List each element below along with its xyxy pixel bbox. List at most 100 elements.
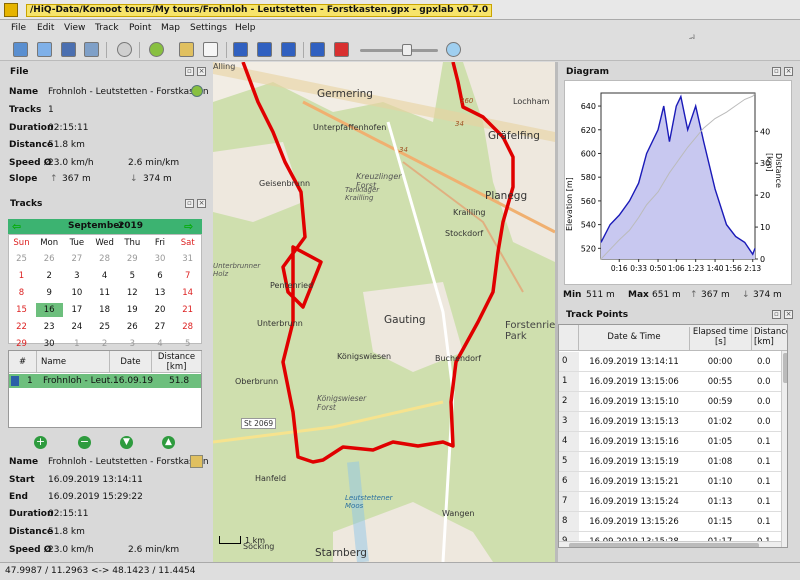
col-header-elapsed[interactable]: Elapsed time [s] bbox=[689, 327, 751, 351]
table-row[interactable]: 2 16.09.2019 13:15:10 00:59 0.0 bbox=[559, 392, 781, 412]
close-icon[interactable]: × bbox=[197, 67, 206, 76]
calendar-day[interactable]: 27 bbox=[147, 322, 174, 332]
float-icon[interactable]: ▫ bbox=[185, 67, 194, 76]
vertical-scrollbar[interactable] bbox=[781, 351, 787, 547]
calendar-day[interactable]: 3 bbox=[119, 339, 146, 349]
edit-name-icon[interactable] bbox=[191, 85, 203, 97]
calendar-day[interactable]: 23 bbox=[36, 322, 63, 332]
calendar-year[interactable]: 2019 bbox=[118, 221, 143, 231]
col-header-name[interactable]: Name bbox=[37, 351, 110, 373]
calendar-day[interactable]: 1 bbox=[8, 271, 35, 281]
calendar-day[interactable]: 4 bbox=[147, 339, 174, 349]
col-header-date[interactable]: Date bbox=[110, 351, 152, 373]
scrollbar-thumb[interactable] bbox=[783, 353, 787, 383]
table-row[interactable]: 6 16.09.2019 13:15:21 01:10 0.1 bbox=[559, 472, 781, 492]
col-header-index[interactable]: # bbox=[9, 351, 37, 373]
zoom-slider-handle[interactable] bbox=[402, 44, 412, 56]
save-as-icon[interactable] bbox=[84, 42, 99, 57]
col-header-distance[interactable]: Distance [km] bbox=[152, 351, 202, 373]
calendar-day[interactable]: 30 bbox=[36, 339, 63, 349]
calendar-day[interactable]: 22 bbox=[8, 322, 35, 332]
menu-file[interactable]: File bbox=[11, 23, 26, 33]
calendar-day[interactable]: 26 bbox=[36, 254, 63, 264]
calendar-day[interactable]: 7 bbox=[174, 271, 201, 281]
table-row[interactable]: 4 16.09.2019 13:15:16 01:05 0.1 bbox=[559, 432, 781, 452]
menu-point[interactable]: Point bbox=[129, 23, 151, 33]
edit-track-name-icon[interactable] bbox=[190, 455, 203, 468]
calendar-day[interactable]: 25 bbox=[91, 322, 118, 332]
calendar-day[interactable]: 28 bbox=[91, 254, 118, 264]
calendar-day[interactable]: 15 bbox=[8, 305, 35, 315]
calendar-day[interactable]: 1 bbox=[63, 339, 90, 349]
calendar-day[interactable]: 10 bbox=[63, 288, 90, 298]
calendar-day[interactable]: 14 bbox=[174, 288, 201, 298]
calendar-day[interactable]: 2 bbox=[91, 339, 118, 349]
calendar-day[interactable]: 25 bbox=[8, 254, 35, 264]
chart-icon[interactable] bbox=[203, 42, 218, 57]
table-row[interactable]: 1 Frohnloh - Leut... 16.09.19 51.8 bbox=[9, 374, 201, 388]
menu-track[interactable]: Track bbox=[95, 23, 119, 33]
edit-track-icon[interactable] bbox=[179, 42, 194, 57]
calendar-day[interactable]: 11 bbox=[91, 288, 118, 298]
calendar-day[interactable]: 31 bbox=[174, 254, 201, 264]
split-icon[interactable] bbox=[257, 42, 272, 57]
add-track-icon[interactable]: + bbox=[34, 436, 47, 449]
calendar-day[interactable]: 27 bbox=[63, 254, 90, 264]
redo-icon[interactable] bbox=[281, 42, 296, 57]
close-icon[interactable]: × bbox=[784, 310, 793, 319]
save-icon[interactable] bbox=[61, 42, 76, 57]
calendar-day[interactable]: 13 bbox=[147, 288, 174, 298]
calendar-day[interactable]: 21 bbox=[174, 305, 201, 315]
open-add-icon[interactable] bbox=[37, 42, 52, 57]
col-header-index[interactable] bbox=[559, 325, 579, 351]
calendar-day[interactable]: 5 bbox=[174, 339, 201, 349]
open-file-icon[interactable] bbox=[13, 42, 28, 57]
move-down-icon[interactable]: ▼ bbox=[120, 436, 133, 449]
calendar-day[interactable]: 12 bbox=[119, 288, 146, 298]
menu-view[interactable]: View bbox=[64, 23, 85, 33]
fit-track-icon[interactable] bbox=[310, 42, 325, 57]
calendar-day[interactable]: 19 bbox=[119, 305, 146, 315]
calendar-day[interactable]: 5 bbox=[119, 271, 146, 281]
undo-icon[interactable] bbox=[233, 42, 248, 57]
move-up-icon[interactable]: ▲ bbox=[162, 436, 175, 449]
col-header-datetime[interactable]: Date & Time bbox=[579, 332, 689, 342]
scrollbar-thumb[interactable] bbox=[569, 543, 759, 547]
calendar-day[interactable]: 26 bbox=[119, 322, 146, 332]
menu-settings[interactable]: Settings bbox=[190, 23, 227, 33]
calendar-day[interactable]: 29 bbox=[8, 339, 35, 349]
calendar-day[interactable]: 20 bbox=[147, 305, 174, 315]
close-icon[interactable]: × bbox=[784, 67, 793, 76]
table-row[interactable]: 5 16.09.2019 13:15:19 01:08 0.1 bbox=[559, 452, 781, 472]
table-row[interactable]: 0 16.09.2019 13:14:11 00:00 0.0 bbox=[559, 352, 781, 372]
calendar-day[interactable]: 6 bbox=[147, 271, 174, 281]
map-view[interactable]: Alling Germering Unterpfaffenhofen Lochh… bbox=[213, 62, 555, 562]
horizontal-scrollbar[interactable] bbox=[559, 541, 781, 547]
calendar-day[interactable]: 3 bbox=[63, 271, 90, 281]
calendar-day[interactable]: 9 bbox=[36, 288, 63, 298]
menu-edit[interactable]: Edit bbox=[37, 23, 54, 33]
calendar-day[interactable]: 2 bbox=[36, 271, 63, 281]
calendar-day[interactable]: 29 bbox=[119, 254, 146, 264]
table-row[interactable]: 3 16.09.2019 13:15:13 01:02 0.0 bbox=[559, 412, 781, 432]
calendar-day[interactable]: 4 bbox=[91, 271, 118, 281]
calendar-day[interactable]: 30 bbox=[147, 254, 174, 264]
float-icon[interactable]: ▫ bbox=[185, 199, 194, 208]
menu-map[interactable]: Map bbox=[161, 23, 180, 33]
remove-track-icon[interactable]: − bbox=[78, 436, 91, 449]
gear-icon[interactable] bbox=[117, 42, 132, 57]
calendar-day[interactable]: 16 bbox=[35, 303, 63, 317]
calendar-day[interactable]: 17 bbox=[63, 305, 90, 315]
calendar-day[interactable]: 24 bbox=[63, 322, 90, 332]
col-header-distance[interactable]: Distance [km] bbox=[751, 327, 787, 351]
table-row[interactable]: 8 16.09.2019 13:15:26 01:15 0.1 bbox=[559, 512, 781, 532]
calendar-day[interactable]: 8 bbox=[8, 288, 35, 298]
float-icon[interactable]: ▫ bbox=[772, 67, 781, 76]
table-row[interactable]: 7 16.09.2019 13:15:24 01:13 0.1 bbox=[559, 492, 781, 512]
menu-help[interactable]: Help bbox=[235, 23, 256, 33]
next-month-icon[interactable]: ⇨ bbox=[184, 220, 193, 233]
table-row[interactable]: 1 16.09.2019 13:15:06 00:55 0.0 bbox=[559, 372, 781, 392]
float-icon[interactable]: ▫ bbox=[772, 310, 781, 319]
zoom-icon[interactable] bbox=[446, 42, 461, 57]
prev-month-icon[interactable]: ⇦ bbox=[12, 220, 21, 233]
